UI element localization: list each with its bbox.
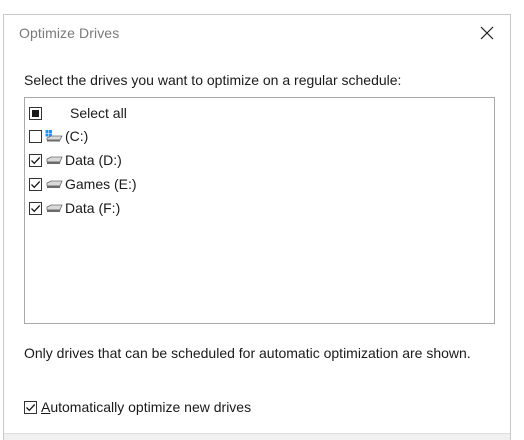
drive-icon	[46, 156, 63, 164]
checkmark-icon	[26, 403, 36, 411]
optimize-drives-dialog: Optimize Drives Select the drives you wa…	[3, 14, 511, 440]
auto-optimize-label: Automatically optimize new drives	[41, 399, 251, 415]
drive-checkbox-c[interactable]	[29, 129, 42, 143]
button-area-edge	[4, 433, 510, 440]
window-title: Optimize Drives	[19, 25, 120, 41]
drive-row-d[interactable]: Data (D:)	[29, 149, 122, 171]
title-bar: Optimize Drives	[4, 15, 510, 49]
checkmark-icon	[31, 180, 41, 188]
drive-row-c[interactable]: (C:)	[29, 125, 88, 147]
scheduling-note: Only drives that can be scheduled for au…	[24, 345, 471, 361]
auto-optimize-access-key: A	[41, 399, 51, 415]
auto-optimize-label-rest: utomatically optimize new drives	[50, 399, 252, 415]
drive-checkbox-e[interactable]	[29, 177, 42, 191]
drive-checkbox-d[interactable]	[29, 153, 42, 167]
close-icon	[480, 26, 494, 40]
drive-list: Select all (C:) Data (D:) Games (E:) Dat…	[24, 97, 495, 324]
auto-optimize-checkbox[interactable]: Automatically optimize new drives	[24, 399, 251, 415]
auto-optimize-box[interactable]	[24, 400, 37, 414]
drive-icon	[46, 204, 63, 212]
checkmark-icon	[31, 156, 41, 164]
select-all-box[interactable]	[29, 106, 42, 120]
drive-label-e: Games (E:)	[65, 176, 137, 192]
select-all-label: Select all	[70, 105, 127, 121]
drive-label-f: Data (F:)	[65, 200, 121, 216]
drive-icon	[46, 180, 63, 188]
drive-checkbox-f[interactable]	[29, 201, 42, 215]
checkmark-icon	[31, 204, 41, 212]
system-drive-icon	[45, 130, 63, 142]
close-button[interactable]	[472, 21, 502, 45]
drive-row-e[interactable]: Games (E:)	[29, 173, 137, 195]
drive-row-f[interactable]: Data (F:)	[29, 197, 120, 219]
select-all-checkbox[interactable]: Select all	[29, 102, 127, 124]
instruction-text: Select the drives you want to optimize o…	[24, 72, 402, 88]
drive-label-d: Data (D:)	[65, 152, 122, 168]
drive-label-c: (C:)	[65, 128, 89, 144]
